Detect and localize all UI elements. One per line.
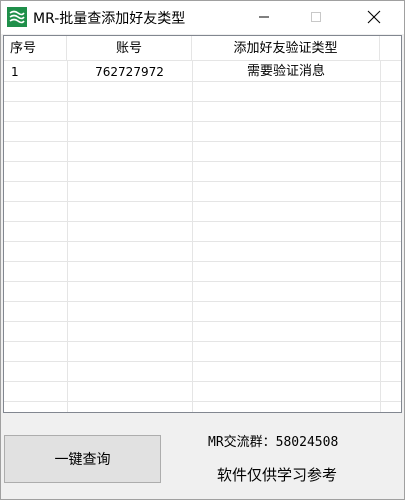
row-index: 1: [11, 65, 19, 79]
list-header: 序号 账号 添加好友验证类型: [4, 36, 401, 61]
column-header-index[interactable]: 序号: [4, 36, 67, 61]
table-row[interactable]: 1 762727972 需要验证消息: [4, 62, 401, 82]
minimize-icon: [259, 16, 269, 18]
close-button[interactable]: [351, 1, 397, 33]
group-info-label: MR交流群：58024508: [208, 435, 339, 450]
app-logo-icon: [7, 7, 27, 27]
grid-lines: [4, 61, 401, 412]
result-list[interactable]: 序号 账号 添加好友验证类型 1 762727972 需要验证消息: [3, 35, 402, 413]
column-header-verify-type[interactable]: 添加好友验证类型: [192, 36, 380, 61]
app-window: MR-批量查添加好友类型 序号 账号 添加好友验证类型 1 762727972 …: [0, 0, 405, 500]
list-rows: 1 762727972 需要验证消息: [4, 62, 401, 82]
title-bar[interactable]: MR-批量查添加好友类型: [1, 1, 404, 34]
row-verify-type: 需要验证消息: [246, 64, 325, 79]
window-title: MR-批量查添加好友类型: [33, 11, 186, 27]
close-icon: [367, 10, 381, 24]
one-click-query-button[interactable]: 一键查询: [4, 435, 161, 483]
column-header-account[interactable]: 账号: [67, 36, 192, 61]
minimize-button[interactable]: [241, 1, 287, 33]
maximize-button[interactable]: [293, 1, 339, 33]
disclaimer-label: 软件仅供学习参考: [217, 466, 338, 484]
row-account: 762727972: [95, 65, 164, 79]
maximize-icon: [311, 12, 321, 22]
column-header-filler: [380, 36, 401, 61]
